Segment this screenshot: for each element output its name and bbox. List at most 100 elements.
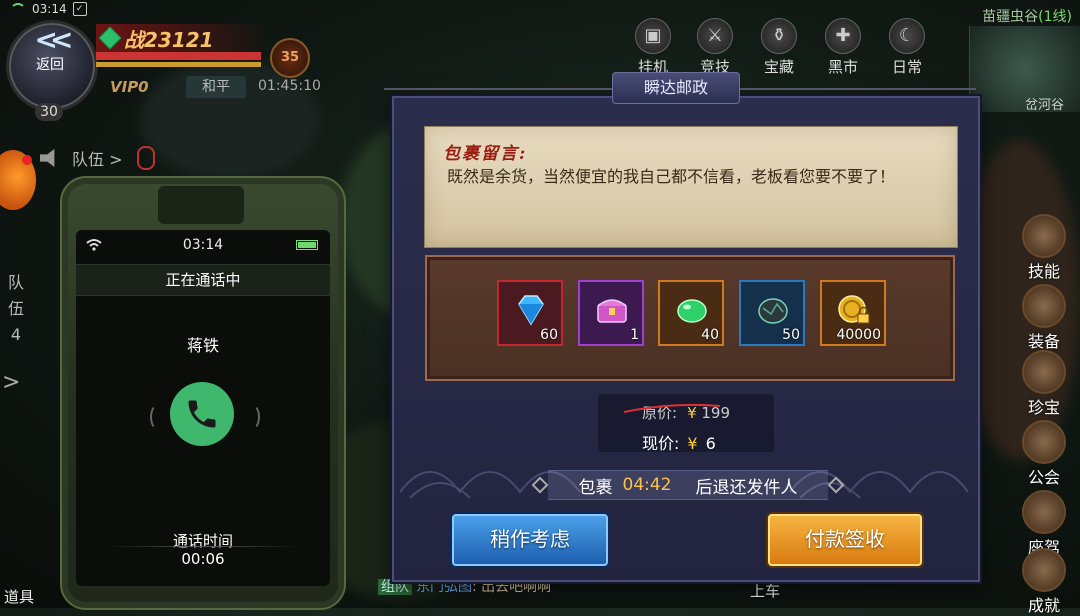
vip-level[interactable]: VIP0 [110, 78, 149, 96]
bag-label: 道具 [4, 588, 35, 606]
green-bean-icon [677, 299, 707, 323]
arena-icon: ⚔ [697, 18, 733, 54]
phone-device: 03:14 正在通话中 蒋铁 通话时间 00:06 [60, 176, 346, 610]
item-qty: 40 [701, 327, 719, 343]
phone-screen: 03:14 正在通话中 蒋铁 通话时间 00:06 [76, 230, 330, 586]
game-clock: 01:45:10 [258, 78, 321, 94]
menu-achievements[interactable]: 成就 [1014, 548, 1074, 616]
nav-black-market-label: 黑市 [827, 58, 858, 76]
back-label: 返回 [36, 57, 64, 73]
menu-guild[interactable]: 公会 [1014, 420, 1074, 488]
nav-treasure-label: 宝藏 [763, 58, 794, 76]
phone-handset-icon [188, 400, 216, 428]
menu-guild-label: 公会 [1027, 468, 1060, 487]
treasure-chest-icon [597, 299, 627, 323]
bag-button[interactable]: 道具 [0, 560, 40, 608]
current-price: 现价: ¥6 [642, 430, 716, 454]
current-price-value: 6 [705, 434, 716, 453]
timer-value: 04:42 [622, 475, 672, 495]
computer-icon: ▣ [635, 18, 671, 54]
team-button[interactable]: 队伍 > [72, 146, 123, 170]
daily-icon: ☾ [889, 18, 925, 54]
timer-suffix: 后退还发件人 [695, 477, 798, 498]
skills-icon [1022, 214, 1066, 258]
menu-achievements-label: 成就 [1027, 596, 1060, 615]
side-team-label-1: 队 [7, 273, 24, 292]
menu-treasures-label: 珍宝 [1027, 398, 1060, 417]
speaker-icon[interactable] [40, 149, 55, 167]
rank-badge[interactable]: 35 [270, 38, 310, 78]
letter-body: 既然是余货，当然便宜的我自己都不信看，老板看您要不要了！ [447, 167, 896, 186]
letter-panel: 包裹留言: 既然是余货，当然便宜的我自己都不信看，老板看您要不要了！ [424, 126, 958, 248]
reconsider-button[interactable]: 稍作考虑 [452, 514, 608, 566]
location-name: 苗疆虫谷(1线) [982, 6, 1072, 26]
item-qty: 40000 [836, 327, 881, 343]
ring-left-icon [150, 404, 166, 430]
notification-dot [22, 155, 32, 165]
guild-icon [1022, 420, 1066, 464]
item-slot-green-bean[interactable]: 40 [658, 280, 724, 346]
nav-daily-label: 日常 [891, 58, 922, 76]
back-button[interactable]: << 返回 [18, 26, 82, 76]
item-slot-treasure-chest[interactable]: 1 [578, 280, 644, 346]
locked-gold-coin-icon [838, 295, 870, 324]
location-line: (1线) [1038, 9, 1072, 25]
nav-arena[interactable]: ⚔ 竞技 [690, 18, 740, 77]
player-hud: << 返回 30 战23121 35 VIP0 和平 01:45:10 [0, 0, 400, 121]
team-row: 队伍 > [40, 140, 240, 176]
call-duration: 00:06 [181, 550, 225, 568]
return-timer: 包裹 04:42 后退还发件人 [548, 470, 828, 500]
menu-equipment[interactable]: 装备 [1014, 284, 1074, 352]
mount-icon [1022, 490, 1066, 534]
phone-wifi-icon [86, 239, 102, 251]
black-market-icon: ✚ [825, 18, 861, 54]
back-arrow-icon: << [34, 23, 74, 56]
call-divider [106, 546, 300, 547]
phone-battery-icon [296, 240, 318, 250]
phone-caller-name: 蒋铁 [186, 336, 219, 355]
pk-mode-button[interactable]: 和平 [186, 76, 246, 98]
phone-status-bar: 03:14 [76, 230, 330, 260]
title-line-left [384, 88, 614, 90]
item-qty: 60 [540, 327, 558, 343]
menu-treasures[interactable]: 珍宝 [1014, 350, 1074, 418]
menu-equipment-label: 装备 [1027, 332, 1060, 351]
side-team-label-2: 伍 [7, 299, 24, 318]
player-level: 30 [35, 103, 63, 121]
nav-treasure[interactable]: ⚱ 宝藏 [754, 18, 804, 77]
achievements-icon [1022, 548, 1066, 592]
title-line-right [736, 88, 976, 90]
get-on-vehicle-button[interactable]: 上车 [750, 580, 780, 601]
call-button[interactable] [170, 382, 234, 446]
item-slot-diamond[interactable]: 60 [497, 280, 563, 346]
phone-call-status: 正在通话中 [76, 264, 330, 296]
side-team-tab[interactable]: 队 伍 4 [4, 270, 28, 348]
nav-black-market[interactable]: ✚ 黑市 [818, 18, 868, 77]
mp-bar [96, 62, 261, 67]
dark-ore-icon [758, 298, 788, 324]
expand-arrow-icon[interactable]: > [2, 370, 32, 404]
menu-skills[interactable]: 技能 [1014, 214, 1074, 282]
menu-skills-label: 技能 [1027, 262, 1060, 281]
combat-power: 战23121 [96, 24, 272, 52]
treasure-icon: ⚱ [761, 18, 797, 54]
current-price-label: 现价: [642, 434, 680, 453]
ring-right-icon [244, 404, 260, 430]
item-slot-dark-ore[interactable]: 50 [739, 280, 805, 346]
mic-muted-icon[interactable] [136, 146, 155, 170]
phone-time: 03:14 [182, 237, 224, 253]
location-zone: 苗疆虫谷 [982, 9, 1039, 25]
hp-bar [96, 52, 261, 60]
dialog-title: 瞬达邮政 [612, 72, 740, 104]
pay-and-sign-button[interactable]: 付款签收 [768, 514, 922, 566]
item-qty: 50 [782, 327, 800, 343]
currency-symbol: ¥ [687, 434, 698, 453]
treasures-icon [1022, 350, 1066, 394]
phone-notch [158, 186, 244, 224]
power-gem-icon [98, 26, 122, 50]
nav-idle[interactable]: ▣ 挂机 [628, 18, 678, 77]
diamond-icon [518, 295, 544, 326]
nav-daily[interactable]: ☾ 日常 [882, 18, 932, 77]
side-team-count: 4 [10, 325, 22, 344]
item-slot-gold-coin[interactable]: 40000 [820, 280, 886, 346]
